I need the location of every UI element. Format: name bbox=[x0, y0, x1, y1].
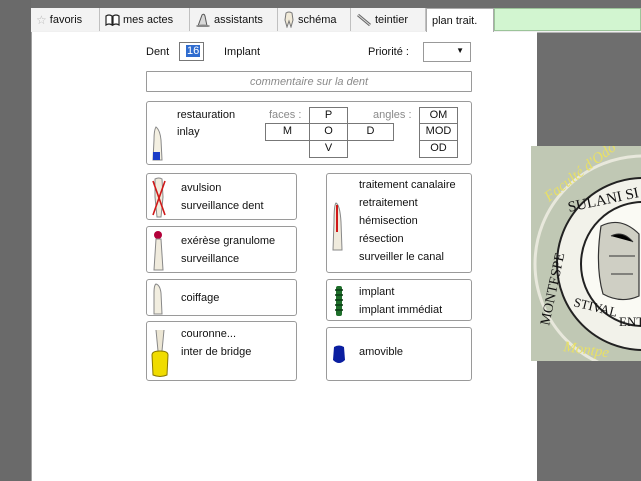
endo-line2: retraitement bbox=[359, 197, 418, 209]
face-d[interactable]: D bbox=[347, 123, 394, 141]
restauration-label: restauration bbox=[177, 109, 236, 121]
faces-label: faces : bbox=[269, 109, 302, 121]
tooth-icon bbox=[284, 11, 294, 28]
svg-text:ENTAL: ENTAL bbox=[619, 314, 641, 329]
face-v[interactable]: V bbox=[309, 140, 348, 158]
card-endo[interactable]: traitement canalaire retraitement hémise… bbox=[326, 173, 472, 273]
dent-label: Dent bbox=[146, 46, 170, 58]
denture-icon bbox=[333, 345, 345, 363]
tab-plan-trait[interactable]: plan trait. bbox=[426, 8, 494, 33]
implant-line1: implant bbox=[359, 286, 395, 298]
tab-teintier[interactable]: teintier bbox=[351, 8, 426, 31]
angles-label: angles : bbox=[373, 109, 412, 121]
wizard-icon bbox=[196, 13, 210, 27]
amovible-line1: amovible bbox=[359, 346, 404, 358]
card-avulsion[interactable]: avulsion surveillance dent bbox=[146, 173, 297, 220]
angle-mod[interactable]: MOD bbox=[419, 123, 458, 141]
face-o[interactable]: O bbox=[309, 123, 348, 141]
inlay-tooth-icon bbox=[152, 126, 163, 161]
coiffage-tooth-icon bbox=[153, 283, 163, 315]
seal-graphic: Faculté d'Odo SULANI SI MONTESPE STIVAL … bbox=[533, 146, 641, 361]
card-exerese[interactable]: exérèse granulome surveillance bbox=[146, 226, 297, 273]
svg-text:Montpe: Montpe bbox=[561, 339, 610, 361]
face-m[interactable]: M bbox=[265, 123, 310, 141]
restauration-group[interactable]: restauration inlay faces : angles : P M … bbox=[146, 101, 472, 165]
avulsion-line1: avulsion bbox=[181, 182, 222, 194]
tab-schema-label: schéma bbox=[298, 13, 337, 26]
book-icon bbox=[105, 13, 120, 26]
angle-od[interactable]: OD bbox=[419, 140, 458, 158]
priorite-label: Priorité : bbox=[368, 46, 409, 58]
implant-icon bbox=[335, 286, 343, 316]
tab-strip: ☆ favoris mes actes assistants schéma te… bbox=[31, 8, 641, 33]
plan-traitement-panel: Dent 16 Implant Priorité : ▼ commentaire… bbox=[31, 32, 537, 481]
avulsion-line2: surveillance dent bbox=[181, 200, 264, 212]
left-margin bbox=[0, 0, 31, 481]
tab-teintier-label: teintier bbox=[375, 13, 409, 26]
comment-field[interactable]: commentaire sur la dent bbox=[146, 71, 472, 92]
card-amovible[interactable]: amovible bbox=[326, 327, 472, 381]
endo-tooth-icon bbox=[332, 202, 343, 251]
endo-line4: résection bbox=[359, 233, 404, 245]
comment-placeholder: commentaire sur la dent bbox=[250, 76, 368, 88]
inlay-label: inlay bbox=[177, 126, 200, 138]
exerese-line1: exérèse granulome bbox=[181, 235, 276, 247]
angle-om[interactable]: OM bbox=[419, 107, 458, 124]
dent-number-field[interactable]: 16 bbox=[179, 42, 204, 61]
granulome-tooth-icon bbox=[153, 231, 164, 271]
endo-line5: surveiller le canal bbox=[359, 251, 444, 263]
couronne-line1: couronne... bbox=[181, 328, 237, 340]
tab-assistants[interactable]: assistants bbox=[190, 8, 278, 31]
priorite-select[interactable]: ▼ bbox=[423, 42, 471, 62]
implant-line2: implant immédiat bbox=[359, 304, 443, 316]
tab-plan-trait-label: plan trait. bbox=[432, 15, 478, 27]
exerese-line2: surveillance bbox=[181, 253, 240, 265]
chevron-down-icon: ▼ bbox=[456, 46, 464, 55]
tab-strip-fill bbox=[494, 8, 641, 31]
dent-number-value: 16 bbox=[186, 45, 201, 57]
tab-mes-actes[interactable]: mes actes bbox=[100, 8, 190, 31]
tab-schema[interactable]: schéma bbox=[278, 8, 351, 31]
avulsion-tooth-icon bbox=[152, 177, 166, 218]
star-icon: ☆ bbox=[36, 12, 47, 27]
tab-favoris-label: favoris bbox=[49, 13, 83, 26]
card-couronne[interactable]: couronne... inter de bridge bbox=[146, 321, 297, 381]
tab-favoris[interactable]: ☆ favoris bbox=[31, 8, 100, 31]
tab-mes-actes-label: mes actes bbox=[123, 13, 174, 26]
card-implant[interactable]: implant implant immédiat bbox=[326, 279, 472, 321]
couronne-line2: inter de bridge bbox=[181, 346, 252, 358]
endo-line3: hémisection bbox=[359, 215, 418, 227]
card-coiffage[interactable]: coiffage bbox=[146, 279, 297, 316]
face-p[interactable]: P bbox=[309, 107, 348, 124]
endo-line1: traitement canalaire bbox=[359, 179, 456, 191]
shade-guide-icon bbox=[357, 13, 371, 26]
university-seal-logo: Faculté d'Odo SULANI SI MONTESPE STIVAL … bbox=[531, 146, 641, 361]
coiffage-line1: coiffage bbox=[181, 292, 220, 304]
tab-assistants-label: assistants bbox=[214, 13, 263, 26]
crown-tooth-icon bbox=[151, 329, 169, 377]
implant-label: Implant bbox=[224, 46, 261, 58]
